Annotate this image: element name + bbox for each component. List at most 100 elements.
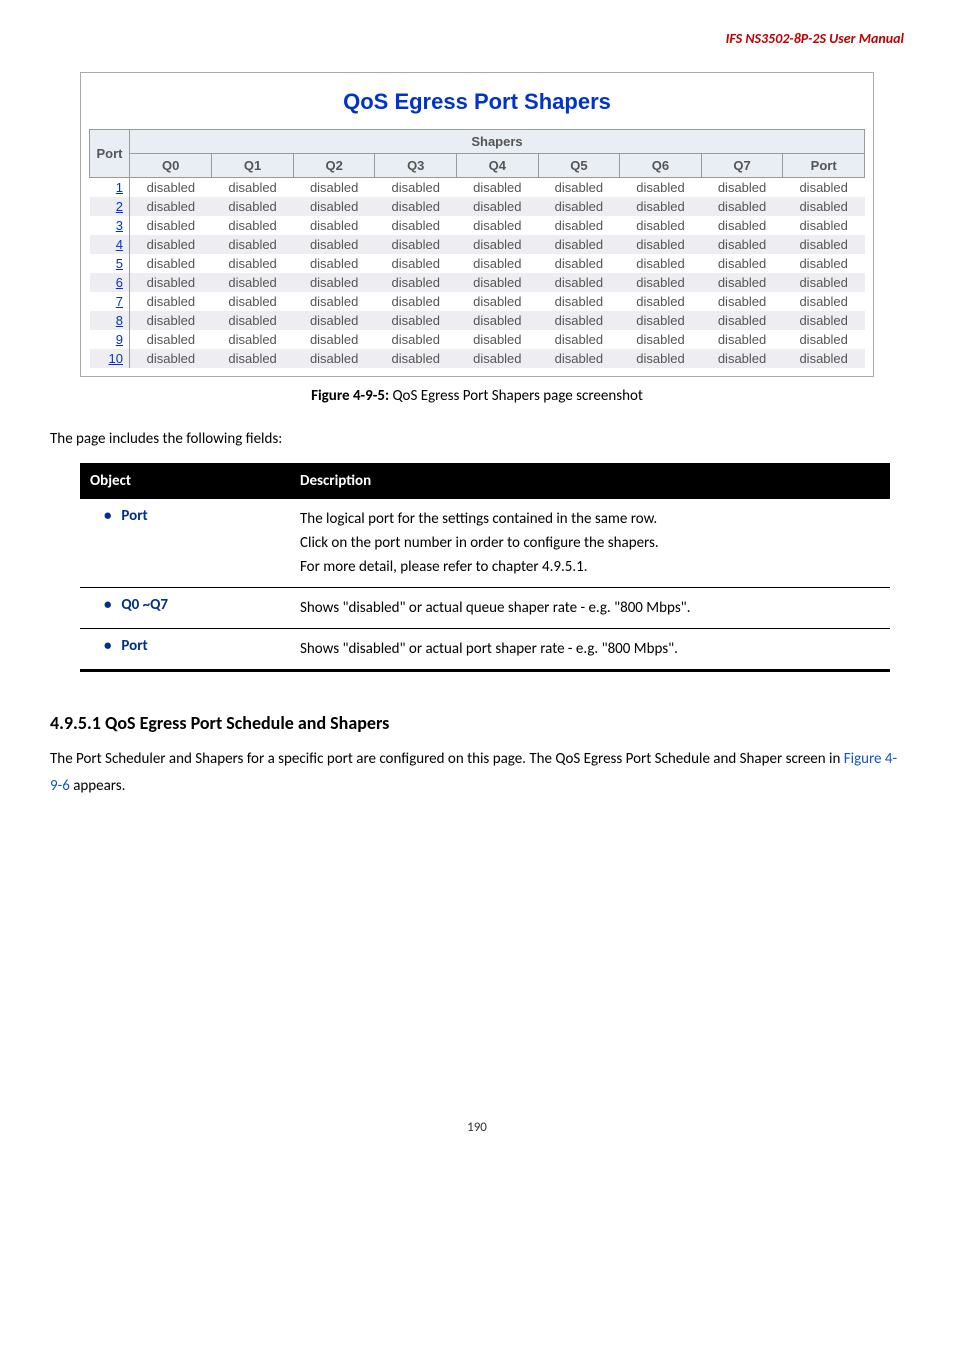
- shaper-value: disabled: [212, 330, 294, 349]
- shaper-value: disabled: [701, 235, 783, 254]
- shaper-value: disabled: [457, 178, 539, 198]
- document-header: IFS NS3502-8P-2S User Manual: [50, 30, 904, 47]
- port-link[interactable]: 6: [90, 273, 130, 292]
- shaper-value: disabled: [212, 349, 294, 368]
- port-link[interactable]: 4: [90, 235, 130, 254]
- shaper-value: disabled: [293, 197, 375, 216]
- shaper-value: disabled: [783, 330, 865, 349]
- shapers-row: 8disableddisableddisableddisableddisable…: [90, 311, 865, 330]
- shaper-value: disabled: [538, 235, 620, 254]
- figure-caption: Figure 4-9-5: QoS Egress Port Shapers pa…: [50, 387, 904, 405]
- description-line: For more detail, please refer to chapter…: [300, 555, 880, 579]
- shaper-value: disabled: [130, 216, 212, 235]
- shaper-value: disabled: [620, 273, 702, 292]
- shaper-value: disabled: [457, 292, 539, 311]
- shaper-value: disabled: [212, 254, 294, 273]
- shapers-col-Q3: Q3: [375, 154, 457, 178]
- section-heading: 4.9.5.1 QoS Egress Port Schedule and Sha…: [50, 712, 904, 734]
- shaper-value: disabled: [701, 216, 783, 235]
- bullet-icon: •: [104, 637, 118, 655]
- port-link[interactable]: 1: [90, 178, 130, 198]
- shaper-value: disabled: [783, 197, 865, 216]
- shaper-value: disabled: [293, 273, 375, 292]
- shaper-value: disabled: [457, 273, 539, 292]
- shaper-value: disabled: [457, 311, 539, 330]
- section-text: The Port Scheduler and Shapers for a spe…: [50, 746, 904, 800]
- port-link[interactable]: 10: [90, 349, 130, 368]
- description-line: Shows "disabled" or actual queue shaper …: [300, 596, 880, 620]
- shaper-value: disabled: [538, 197, 620, 216]
- shaper-value: disabled: [130, 349, 212, 368]
- description-header: Description: [290, 465, 890, 498]
- shaper-value: disabled: [538, 349, 620, 368]
- shaper-value: disabled: [620, 216, 702, 235]
- shaper-value: disabled: [538, 178, 620, 198]
- shaper-value: disabled: [375, 273, 457, 292]
- shapers-col-Q6: Q6: [620, 154, 702, 178]
- shaper-value: disabled: [457, 330, 539, 349]
- shaper-value: disabled: [375, 330, 457, 349]
- port-link[interactable]: 5: [90, 254, 130, 273]
- shaper-value: disabled: [293, 292, 375, 311]
- shaper-value: disabled: [130, 235, 212, 254]
- shapers-group-header: Shapers: [130, 130, 865, 154]
- shapers-row: 3disableddisableddisableddisableddisable…: [90, 216, 865, 235]
- shaper-value: disabled: [701, 330, 783, 349]
- shaper-value: disabled: [212, 178, 294, 198]
- shaper-value: disabled: [783, 292, 865, 311]
- shaper-value: disabled: [701, 178, 783, 198]
- shaper-value: disabled: [130, 178, 212, 198]
- shaper-value: disabled: [538, 330, 620, 349]
- shaper-value: disabled: [130, 273, 212, 292]
- port-link[interactable]: 7: [90, 292, 130, 311]
- port-link[interactable]: 3: [90, 216, 130, 235]
- shaper-value: disabled: [212, 311, 294, 330]
- shaper-value: disabled: [538, 216, 620, 235]
- shaper-value: disabled: [538, 254, 620, 273]
- figure-caption-text: QoS Egress Port Shapers page screenshot: [389, 387, 643, 405]
- shapers-row: 5disableddisableddisableddisableddisable…: [90, 254, 865, 273]
- shaper-value: disabled: [130, 311, 212, 330]
- shaper-value: disabled: [457, 349, 539, 368]
- shapers-row: 1disableddisableddisableddisableddisable…: [90, 178, 865, 198]
- object-row: • Port Shows "disabled" or actual port sh…: [80, 629, 890, 671]
- shapers-row: 9disableddisableddisableddisableddisable…: [90, 330, 865, 349]
- shaper-value: disabled: [293, 330, 375, 349]
- shapers-col-Q1: Q1: [212, 154, 294, 178]
- shapers-row: 7disableddisableddisableddisableddisable…: [90, 292, 865, 311]
- shaper-value: disabled: [130, 254, 212, 273]
- port-link[interactable]: 2: [90, 197, 130, 216]
- shaper-value: disabled: [783, 178, 865, 198]
- shaper-value: disabled: [212, 292, 294, 311]
- shaper-value: disabled: [212, 273, 294, 292]
- object-cell: • Port: [80, 498, 290, 588]
- bullet-icon: •: [104, 596, 118, 614]
- shaper-value: disabled: [620, 254, 702, 273]
- shaper-value: disabled: [212, 197, 294, 216]
- shaper-value: disabled: [375, 292, 457, 311]
- shaper-value: disabled: [620, 197, 702, 216]
- shaper-value: disabled: [457, 216, 539, 235]
- object-row: • Q0 ~Q7Shows "disabled" or actual queue…: [80, 588, 890, 629]
- description-line: Shows "disabled" or actual port shaper r…: [300, 637, 880, 661]
- object-cell: • Port: [80, 629, 290, 671]
- shaper-value: disabled: [375, 197, 457, 216]
- shaper-value: disabled: [293, 235, 375, 254]
- shapers-col-Q4: Q4: [457, 154, 539, 178]
- shaper-value: disabled: [293, 178, 375, 198]
- intro-text: The page includes the following fields:: [50, 430, 904, 448]
- shaper-value: disabled: [375, 254, 457, 273]
- shapers-col-Q0: Q0: [130, 154, 212, 178]
- bullet-icon: •: [104, 507, 118, 525]
- shapers-col-Q5: Q5: [538, 154, 620, 178]
- shapers-screenshot-box: QoS Egress Port Shapers Port Shapers Q0Q…: [80, 72, 874, 377]
- port-link[interactable]: 9: [90, 330, 130, 349]
- shaper-value: disabled: [620, 349, 702, 368]
- object-label: Port: [118, 637, 148, 655]
- port-link[interactable]: 8: [90, 311, 130, 330]
- shaper-value: disabled: [538, 292, 620, 311]
- shaper-value: disabled: [457, 254, 539, 273]
- shaper-value: disabled: [375, 349, 457, 368]
- description-line: Click on the port number in order to con…: [300, 531, 880, 555]
- shaper-value: disabled: [620, 235, 702, 254]
